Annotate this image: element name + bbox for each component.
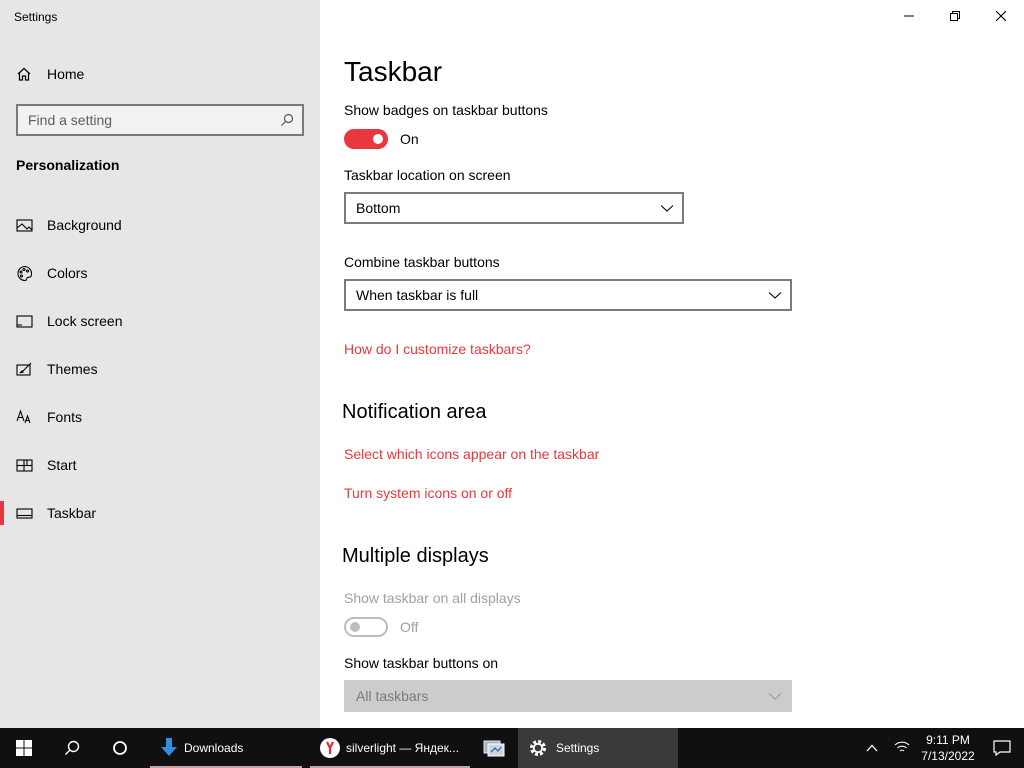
network-icon [894, 741, 910, 752]
gear-icon [530, 740, 546, 756]
home-icon [17, 67, 31, 81]
lock-screen-icon [16, 314, 33, 328]
sidebar-item-label: Start [47, 457, 77, 473]
chevron-down-icon [768, 292, 782, 299]
sidebar-item-label: Lock screen [47, 313, 123, 329]
search-input[interactable] [28, 112, 268, 128]
sidebar-item-background[interactable]: Background [0, 201, 320, 249]
badges-label: Show badges on taskbar buttons [344, 102, 548, 118]
clock[interactable]: 9:11 PM 7/13/2022 [916, 732, 980, 764]
sidebar-item-lock-screen[interactable]: Lock screen [0, 297, 320, 345]
show-hidden-icons-button[interactable] [856, 728, 888, 768]
combine-dropdown[interactable]: When taskbar is full [344, 279, 792, 311]
chevron-up-icon [866, 744, 878, 752]
search-taskbar-button[interactable] [48, 728, 96, 768]
fonts-icon [16, 408, 31, 423]
show-all-state: Off [400, 619, 419, 635]
task-view-button[interactable] [96, 728, 144, 768]
start-icon [16, 458, 33, 472]
settings-window: Settings Home Personalization Background… [0, 0, 1024, 768]
buttons-on-label: Show taskbar buttons on [344, 655, 499, 671]
taskbar: Downloads silverlight — Яндек... Setting… [0, 728, 1024, 768]
toggle-knob [373, 134, 383, 144]
location-label: Taskbar location on screen [344, 167, 511, 183]
search-icon[interactable] [280, 113, 294, 127]
sidebar-item-label: Themes [47, 361, 98, 377]
home-nav-item[interactable]: Home [16, 63, 84, 85]
taskbar-app-label: Downloads [184, 741, 244, 755]
search-icon [65, 740, 80, 755]
palette-icon [17, 265, 33, 281]
download-arrow-icon [161, 738, 177, 756]
combine-value: When taskbar is full [356, 287, 479, 303]
sidebar-item-themes[interactable]: Themes [0, 345, 320, 393]
location-dropdown[interactable]: Bottom [344, 192, 684, 224]
buttons-on-value: All taskbars [356, 688, 429, 704]
sidebar-item-taskbar[interactable]: Taskbar [0, 489, 320, 537]
windows-logo-icon [16, 740, 32, 756]
clock-date: 7/13/2022 [921, 749, 975, 763]
show-all-toggle-row: Off [344, 617, 418, 637]
sidebar-item-fonts[interactable]: Fonts [0, 393, 320, 441]
badges-toggle-row: On [344, 129, 419, 149]
section-label: Personalization [16, 157, 120, 173]
sidebar-item-start[interactable]: Start [0, 441, 320, 489]
action-center-button[interactable] [980, 728, 1024, 768]
yandex-browser-icon [320, 738, 340, 758]
system-tray: 9:11 PM 7/13/2022 [856, 728, 1024, 768]
sidebar-nav: Background Colors Lock screen Themes Fon… [0, 201, 320, 537]
taskbar-app-settings[interactable]: Settings [518, 728, 678, 768]
themes-icon [16, 362, 32, 376]
buttons-on-dropdown[interactable]: All taskbars [344, 680, 792, 712]
multiple-displays-heading: Multiple displays [342, 545, 489, 567]
show-all-displays-toggle[interactable] [344, 617, 388, 637]
combine-label: Combine taskbar buttons [344, 254, 500, 270]
taskbar-app-label: silverlight — Яндек... [346, 741, 459, 755]
control-panel-icon [483, 740, 505, 757]
chevron-down-icon [660, 205, 674, 212]
select-icons-link[interactable]: Select which icons appear on the taskbar [344, 446, 599, 462]
customize-link[interactable]: How do I customize taskbars? [344, 341, 531, 357]
taskbar-app-label: Settings [556, 741, 600, 755]
system-icons-link[interactable]: Turn system icons on or off [344, 485, 512, 501]
main-content: Taskbar Show badges on taskbar buttons O… [320, 0, 1024, 728]
taskbar-app-downloads[interactable]: Downloads [150, 728, 302, 768]
notification-icon [993, 740, 1011, 756]
search-box[interactable] [16, 104, 304, 136]
page-title: Taskbar [344, 56, 443, 87]
home-label: Home [47, 66, 85, 82]
sidebar-item-label: Background [47, 217, 122, 233]
picture-icon [16, 218, 33, 232]
sidebar-item-label: Taskbar [47, 505, 97, 521]
clock-time: 9:11 PM [926, 733, 970, 747]
sidebar-item-label: Colors [47, 265, 88, 281]
sidebar: Settings Home Personalization Background… [0, 0, 320, 728]
chevron-down-icon [768, 693, 782, 700]
start-button[interactable] [0, 728, 48, 768]
network-button[interactable] [888, 728, 916, 768]
taskbar-app-yandex[interactable]: silverlight — Яндек... [310, 728, 470, 768]
app-title: Settings [14, 10, 58, 24]
sidebar-item-label: Fonts [47, 409, 83, 425]
badges-toggle[interactable] [344, 129, 388, 149]
show-all-displays-label: Show taskbar on all displays [344, 590, 521, 606]
location-value: Bottom [356, 200, 401, 216]
toggle-knob [350, 622, 360, 632]
cortana-circle-icon [113, 741, 127, 755]
badges-state: On [400, 131, 419, 147]
taskbar-icon [16, 507, 33, 519]
notification-heading: Notification area [342, 401, 487, 423]
taskbar-app-control-panel[interactable] [470, 728, 518, 768]
sidebar-item-colors[interactable]: Colors [0, 249, 320, 297]
